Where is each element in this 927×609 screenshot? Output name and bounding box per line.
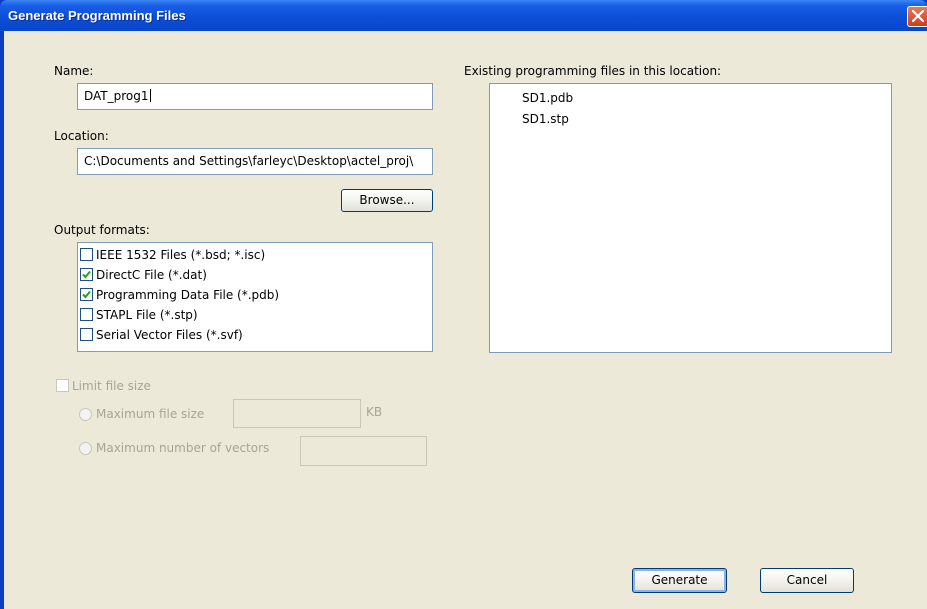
limit-file-size-label: Limit file size (72, 379, 151, 393)
checkbox-disabled[interactable] (56, 379, 69, 392)
name-input[interactable]: DAT_prog1 (77, 83, 433, 110)
existing-file-item[interactable]: SD1.pdb (522, 91, 573, 105)
checkbox-checked[interactable] (80, 268, 93, 281)
dialog-title: Generate Programming Files (8, 8, 186, 23)
close-icon (912, 10, 924, 22)
location-value: C:\Documents and Settings\farleyc\Deskto… (84, 154, 414, 168)
output-format-label: STAPL File (*.stp) (96, 308, 198, 322)
max-vectors-label: Maximum number of vectors (96, 441, 270, 455)
name-value: DAT_prog1 (84, 89, 149, 103)
checkmark-icon (82, 270, 91, 279)
title-bar[interactable]: Generate Programming Files (0, 0, 927, 31)
dialog-window: Generate Programming Files Name: DAT_pro… (0, 0, 927, 609)
max-vectors-input[interactable] (300, 436, 427, 466)
location-label: Location: (54, 129, 109, 143)
output-format-label: DirectC File (*.dat) (96, 268, 207, 282)
output-formats-label: Output formats: (54, 223, 150, 237)
output-format-label: Programming Data File (*.pdb) (96, 288, 280, 302)
generate-button[interactable]: Generate (632, 568, 727, 593)
existing-files-list[interactable]: SD1.pdb SD1.stp (489, 83, 892, 353)
checkbox-unchecked[interactable] (80, 248, 93, 261)
browse-button[interactable]: Browse... (341, 189, 433, 212)
max-vectors-radio[interactable] (79, 442, 92, 455)
max-file-size-radio[interactable] (79, 408, 92, 421)
dialog-body: Name: DAT_prog1 Location: C:\Documents a… (4, 31, 927, 609)
output-format-label: IEEE 1532 Files (*.bsd; *.isc) (96, 248, 266, 262)
checkbox-unchecked[interactable] (80, 328, 93, 341)
checkmark-icon (82, 290, 91, 299)
existing-files-label: Existing programming files in this locat… (464, 64, 722, 78)
max-file-size-input[interactable] (233, 399, 361, 428)
close-button[interactable] (907, 6, 927, 27)
kb-unit-label: KB (366, 405, 383, 419)
max-file-size-label: Maximum file size (96, 407, 205, 421)
output-formats-list[interactable]: IEEE 1532 Files (*.bsd; *.isc) DirectC F… (77, 242, 433, 352)
text-caret (149, 89, 151, 102)
checkbox-checked[interactable] (80, 288, 93, 301)
location-input[interactable]: C:\Documents and Settings\farleyc\Deskto… (77, 148, 433, 175)
checkbox-unchecked[interactable] (80, 308, 93, 321)
cancel-button[interactable]: Cancel (760, 568, 854, 593)
output-format-label: Serial Vector Files (*.svf) (96, 328, 243, 342)
name-label: Name: (54, 64, 94, 78)
existing-file-item[interactable]: SD1.stp (522, 112, 569, 126)
